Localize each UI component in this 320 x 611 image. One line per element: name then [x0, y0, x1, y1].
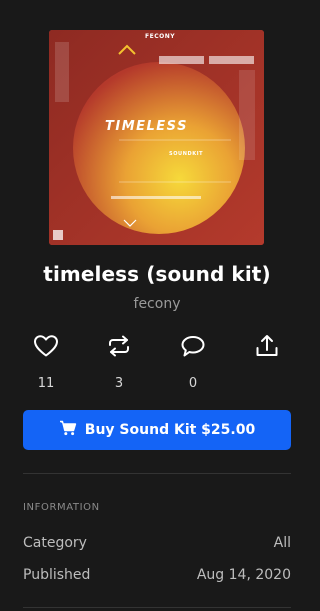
- cart-icon: [59, 420, 77, 440]
- cover-art-graphic: [49, 30, 264, 245]
- information-heading: INFORMATION: [23, 502, 100, 513]
- info-label: Published: [23, 567, 91, 583]
- info-row-published: Published Aug 14, 2020: [23, 567, 291, 583]
- repost-button[interactable]: [95, 333, 143, 363]
- cover-art[interactable]: FECONY TIMELESS SOUNDKIT: [49, 30, 264, 245]
- divider: [23, 473, 291, 474]
- info-label: Category: [23, 535, 87, 551]
- repost-count: 3: [114, 376, 124, 391]
- buy-button-label: Buy Sound Kit $25.00: [84, 422, 256, 438]
- info-value: Aug 14, 2020: [196, 567, 291, 583]
- heart-icon: [33, 334, 59, 362]
- product-title: timeless (sound kit): [43, 262, 271, 286]
- artist-name[interactable]: fecony: [0, 296, 314, 312]
- repost-icon: [106, 334, 132, 362]
- comment-button[interactable]: [169, 333, 217, 363]
- info-row-category: Category All: [23, 535, 291, 551]
- share-icon: [254, 333, 280, 363]
- info-value: All: [273, 535, 291, 551]
- buy-button[interactable]: Buy Sound Kit $25.00: [23, 410, 291, 450]
- cover-headline: TIMELESS: [105, 119, 188, 134]
- cover-subline: SOUNDKIT: [169, 151, 204, 157]
- comment-icon: [180, 334, 206, 362]
- cover-brand: FECONY: [145, 33, 176, 40]
- like-button[interactable]: [22, 333, 70, 363]
- comment-count: 0: [188, 376, 198, 391]
- divider: [23, 607, 291, 608]
- share-button[interactable]: [243, 333, 291, 363]
- like-count: 11: [37, 376, 55, 391]
